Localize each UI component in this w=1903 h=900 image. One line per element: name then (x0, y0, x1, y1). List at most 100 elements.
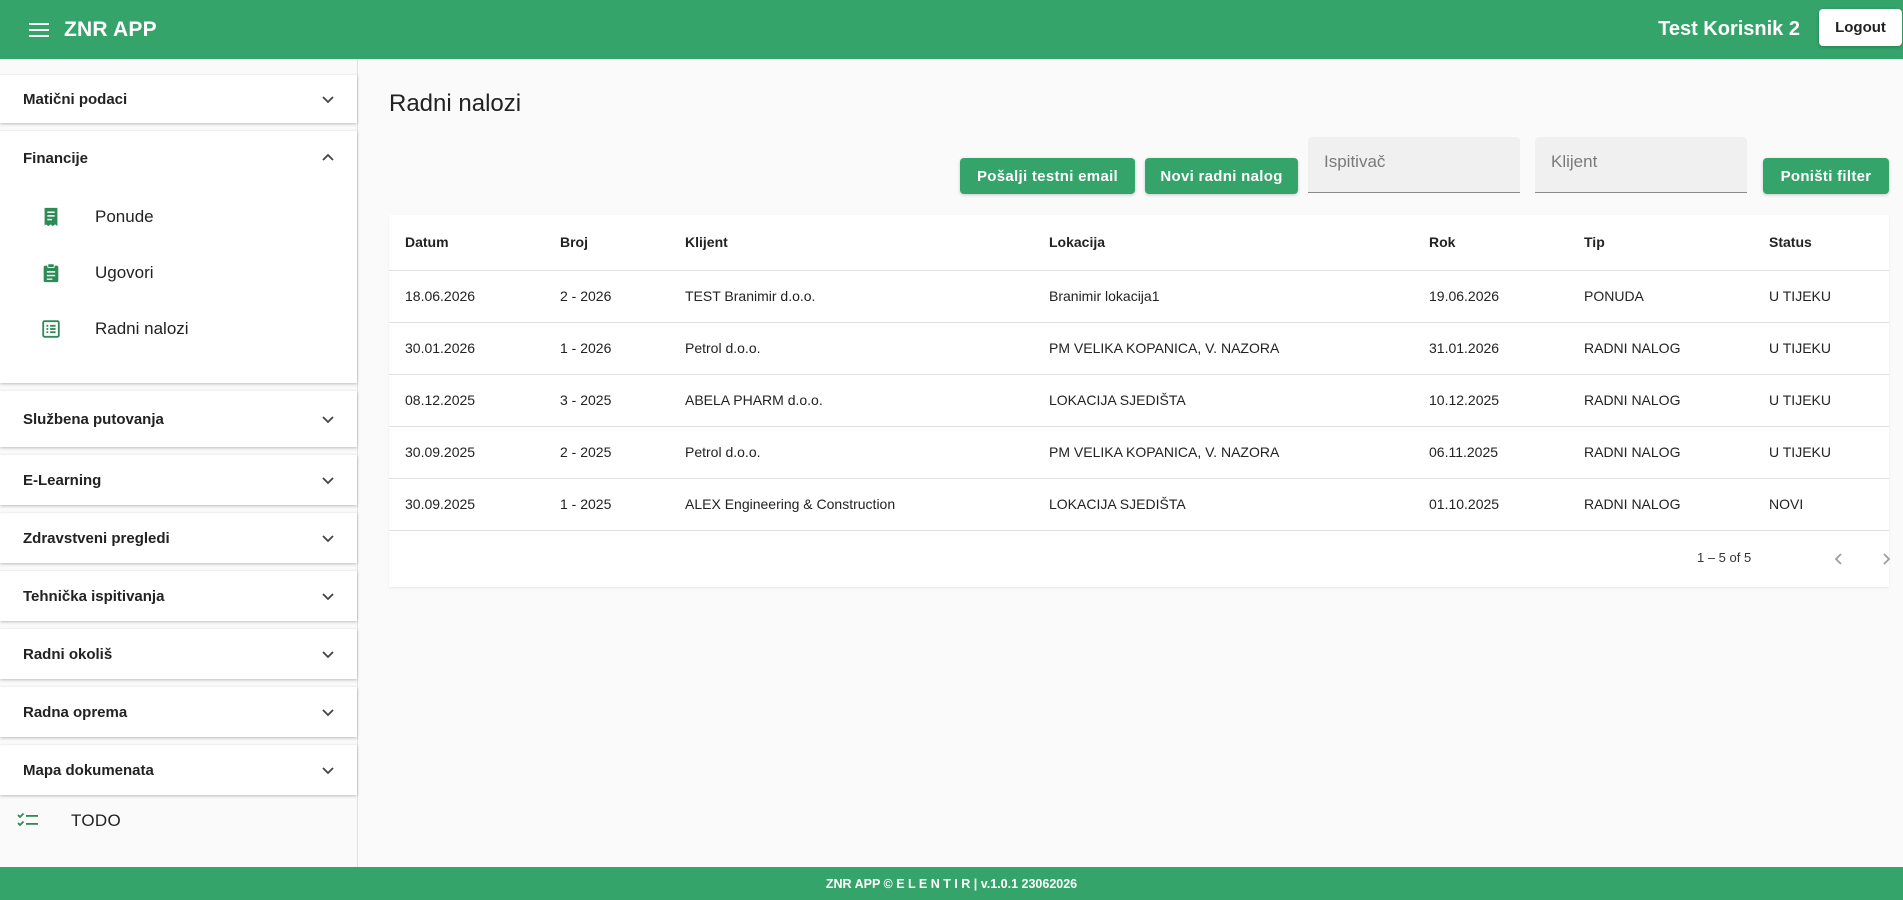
section-header[interactable]: Zdravstveni pregledi (0, 513, 357, 563)
section-label: E-Learning (23, 471, 102, 489)
logout-button[interactable]: Logout (1819, 9, 1902, 46)
work-orders-table: Datum Broj Klijent Lokacija Rok Tip Stat… (389, 215, 1889, 531)
cell-klijent: ABELA PHARM d.o.o. (669, 374, 1033, 427)
chevron-left-icon (1834, 553, 1842, 565)
app-title: ZNR APP (64, 17, 157, 41)
cell-klijent: Petrol d.o.o. (669, 322, 1033, 375)
menu-icon[interactable] (26, 17, 52, 43)
section-label: Matični podaci (23, 90, 128, 108)
sidebar-section-tehnicka-ispitivanja[interactable]: Tehnička ispitivanja (0, 571, 357, 621)
section-header[interactable]: Mapa dokumenata (0, 745, 357, 795)
sidebar-item-label: Ugovori (95, 263, 154, 282)
chevron-down-icon (322, 593, 334, 601)
sidebar-section-sluzbena-putovanja[interactable]: Službena putovanja (0, 391, 357, 447)
sidebar-section-mapa-dokumenata[interactable]: Mapa dokumenata (0, 745, 357, 795)
section-header[interactable]: E-Learning (0, 455, 357, 505)
cell-rok: 01.10.2025 (1413, 478, 1568, 531)
table-row[interactable]: 18.06.2026 2 - 2026 TEST Branimir d.o.o.… (389, 270, 1889, 323)
cell-datum: 08.12.2025 (389, 374, 544, 427)
section-header[interactable]: Radni okoliš (0, 629, 357, 679)
cell-lokacija: LOKACIJA SJEDIŠTA (1033, 478, 1413, 531)
chevron-up-icon (322, 153, 334, 161)
cell-datum: 30.09.2025 (389, 426, 544, 479)
filter-klijent-field (1535, 137, 1747, 193)
chevron-down-icon (322, 709, 334, 717)
column-header-datum[interactable]: Datum (389, 215, 544, 271)
column-header-klijent[interactable]: Klijent (669, 215, 1033, 271)
page-title: Radni nalozi (389, 90, 522, 117)
cell-tip: RADNI NALOG (1568, 322, 1753, 375)
checklist-icon (17, 812, 38, 827)
column-header-lokacija[interactable]: Lokacija (1033, 215, 1413, 271)
section-label: Zdravstveni pregledi (23, 529, 170, 547)
list-alt-icon (42, 320, 60, 338)
section-header[interactable]: Matični podaci (0, 75, 357, 123)
cell-datum: 30.09.2025 (389, 478, 544, 531)
user-name: Test Korisnik 2 (1658, 18, 1800, 40)
reset-filter-button[interactable]: Poništi filter (1763, 158, 1889, 194)
next-page-button[interactable] (1872, 545, 1900, 573)
cell-broj: 1 - 2026 (544, 322, 669, 375)
section-label: Radni okoliš (23, 645, 113, 663)
section-label: Službena putovanja (23, 410, 164, 428)
table-row[interactable]: 30.09.2025 2 - 2025 Petrol d.o.o. PM VEL… (389, 426, 1889, 479)
section-label: Financije (23, 149, 89, 167)
section-header[interactable]: Radna oprema (0, 687, 357, 737)
sidebar: Matični podaci Financije Ponude Ugovori (0, 59, 358, 867)
sidebar-section-financije: Financije Ponude Ugovori Radni nalozi (0, 131, 357, 383)
chevron-down-icon (322, 651, 334, 659)
send-test-email-button[interactable]: Pošalji testni email (960, 158, 1135, 194)
cell-broj: 1 - 2025 (544, 478, 669, 531)
cell-status: U TIJEKU (1753, 374, 1889, 427)
filter-klijent-input[interactable] (1535, 137, 1747, 192)
column-header-broj[interactable]: Broj (544, 215, 669, 271)
cell-klijent: Petrol d.o.o. (669, 426, 1033, 479)
sidebar-item-ponude[interactable]: Ponude (0, 191, 357, 243)
section-label: Mapa dokumenata (23, 761, 154, 779)
sidebar-section-e-learning[interactable]: E-Learning (0, 455, 357, 505)
paginator: 1 – 5 of 5 (389, 535, 1891, 583)
paginator-range-label: 1 – 5 of 5 (1697, 550, 1752, 565)
filter-ispitivac-input[interactable] (1308, 137, 1520, 192)
sidebar-section-zdravstveni-pregledi[interactable]: Zdravstveni pregledi (0, 513, 357, 563)
column-header-rok[interactable]: Rok (1413, 215, 1568, 271)
section-header[interactable]: Financije (0, 131, 357, 185)
sidebar-section-radna-oprema[interactable]: Radna oprema (0, 687, 357, 737)
cell-tip: PONUDA (1568, 270, 1753, 323)
sidebar-item-todo[interactable]: TODO (0, 797, 357, 845)
section-header[interactable]: Službena putovanja (0, 391, 357, 447)
cell-status: U TIJEKU (1753, 426, 1889, 479)
cell-lokacija: LOKACIJA SJEDIŠTA (1033, 374, 1413, 427)
chevron-down-icon (322, 767, 334, 775)
chevron-down-icon (322, 96, 334, 104)
table-row[interactable]: 30.01.2026 1 - 2026 Petrol d.o.o. PM VEL… (389, 322, 1889, 375)
cell-rok: 19.06.2026 (1413, 270, 1568, 323)
column-header-tip[interactable]: Tip (1568, 215, 1753, 271)
work-orders-table-card: Datum Broj Klijent Lokacija Rok Tip Stat… (389, 215, 1891, 587)
section-header[interactable]: Tehnička ispitivanja (0, 571, 357, 621)
cell-broj: 2 - 2026 (544, 270, 669, 323)
footer: ZNR APP © E L E N T I R | v.1.0.1 230620… (0, 867, 1903, 900)
chevron-down-icon (322, 535, 334, 543)
section-label: Tehnička ispitivanja (23, 587, 165, 605)
filter-ispitivac-field (1308, 137, 1520, 193)
todo-label: TODO (71, 811, 122, 830)
chevron-down-icon (322, 477, 334, 485)
table-row[interactable]: 08.12.2025 3 - 2025 ABELA PHARM d.o.o. L… (389, 374, 1889, 427)
cell-lokacija: PM VELIKA KOPANICA, V. NAZORA (1033, 322, 1413, 375)
new-work-order-button[interactable]: Novi radni nalog (1145, 158, 1298, 194)
top-app-bar: ZNR APP Test Korisnik 2 Logout (0, 0, 1903, 59)
section-label: Radna oprema (23, 703, 128, 721)
previous-page-button[interactable] (1825, 545, 1853, 573)
table-row[interactable]: 30.09.2025 1 - 2025 ALEX Engineering & C… (389, 478, 1889, 531)
cell-tip: RADNI NALOG (1568, 478, 1753, 531)
cell-rok: 31.01.2026 (1413, 322, 1568, 375)
cell-broj: 2 - 2025 (544, 426, 669, 479)
cell-status: NOVI (1753, 478, 1889, 531)
sidebar-section-maticni-podaci[interactable]: Matični podaci (0, 75, 357, 123)
main-content: Radni nalozi Pošalji testni email Novi r… (358, 59, 1903, 867)
sidebar-section-radni-okolis[interactable]: Radni okoliš (0, 629, 357, 679)
sidebar-item-ugovori[interactable]: Ugovori (0, 247, 357, 299)
column-header-status[interactable]: Status (1753, 215, 1889, 271)
sidebar-item-radni-nalozi[interactable]: Radni nalozi (0, 303, 357, 355)
